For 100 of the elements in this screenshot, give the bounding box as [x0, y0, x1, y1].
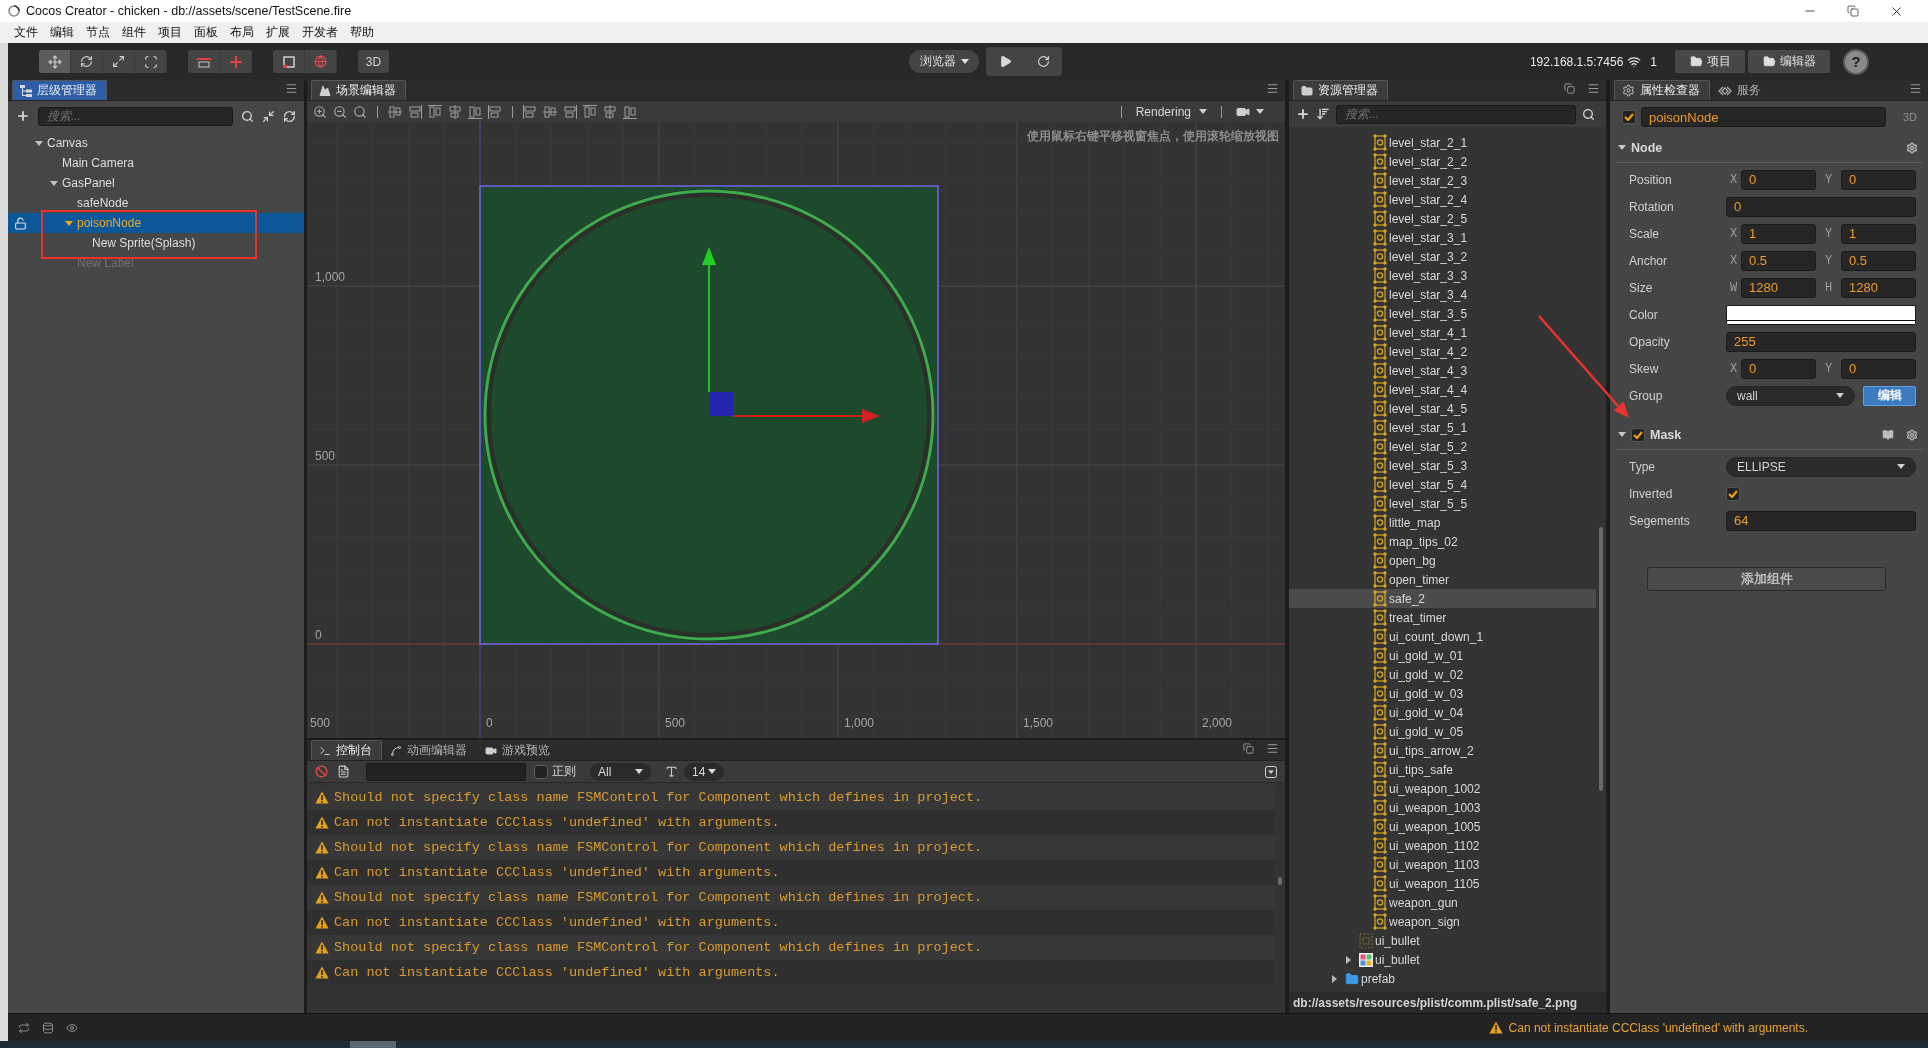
distribute-icon[interactable] — [603, 104, 617, 119]
database-icon[interactable] — [42, 1021, 54, 1034]
number-field[interactable]: 0 — [1841, 169, 1916, 190]
caret-icon[interactable] — [1346, 955, 1351, 964]
asset-item[interactable]: level_star_5_5 — [1389, 496, 1468, 511]
number-field[interactable]: 0 — [1726, 196, 1916, 217]
asset-item[interactable]: level_star_2_3 — [1389, 173, 1468, 188]
number-field[interactable]: 255 — [1726, 331, 1916, 352]
panel-tab[interactable]: 层级管理器 — [12, 80, 107, 100]
asset-item[interactable]: level_star_3_3 — [1389, 268, 1468, 283]
asset-item[interactable]: level_star_3_2 — [1389, 249, 1468, 264]
tree-item[interactable]: poisonNode — [77, 216, 142, 230]
pop-out-icon[interactable] — [1564, 82, 1575, 94]
align-icon[interactable] — [388, 104, 402, 119]
asset-item[interactable]: ui_weapon_1105 — [1389, 876, 1480, 891]
asset-item[interactable]: ui_gold_w_02 — [1389, 667, 1464, 682]
render-mode-dropdown[interactable]: Rendering — [1131, 104, 1211, 119]
align-icon[interactable] — [408, 104, 422, 119]
number-field[interactable]: 1280 — [1741, 277, 1816, 298]
asset-item[interactable]: level_star_2_4 — [1389, 192, 1468, 207]
asset-item[interactable]: ui_gold_w_01 — [1389, 648, 1464, 663]
asset-item[interactable]: ui_weapon_1103 — [1389, 857, 1480, 872]
asset-item[interactable]: level_star_5_4 — [1389, 477, 1468, 492]
asset-item[interactable]: ui_weapon_1102 — [1389, 838, 1480, 853]
asset-item[interactable]: ui_weapon_1002 — [1389, 781, 1481, 796]
menu-icon[interactable] — [1909, 81, 1922, 95]
asset-item[interactable]: open_bg — [1389, 553, 1436, 568]
search-icon[interactable] — [1582, 107, 1595, 121]
scrollbar-thumb[interactable] — [1599, 527, 1603, 791]
collapse-icon[interactable] — [262, 109, 276, 123]
distribute-icon[interactable] — [583, 104, 597, 119]
node-name-field[interactable]: poisonNode — [1641, 107, 1886, 127]
asset-item[interactable]: level_star_4_5 — [1389, 401, 1468, 416]
collapse-icon[interactable] — [1265, 765, 1277, 778]
number-field[interactable]: 1280 — [1841, 277, 1916, 298]
lock-icon[interactable] — [14, 216, 27, 230]
asset-item[interactable]: prefab — [1361, 971, 1396, 986]
number-field[interactable]: 0 — [1741, 358, 1816, 379]
asset-item[interactable]: little_map — [1389, 515, 1441, 530]
asset-item[interactable]: safe_2 — [1389, 591, 1426, 606]
asset-item[interactable]: level_star_3_1 — [1389, 230, 1468, 245]
distribute-icon[interactable] — [523, 104, 537, 119]
tool-button[interactable] — [305, 50, 337, 73]
settings-icon[interactable] — [1906, 141, 1918, 154]
preview-dropdown[interactable]: 浏览器 — [909, 50, 979, 73]
tool-button[interactable] — [103, 50, 135, 73]
checkbox[interactable] — [1726, 486, 1740, 501]
select-dropdown[interactable]: wall — [1726, 385, 1855, 406]
align-icon[interactable] — [488, 104, 502, 119]
zoom-reset-icon[interactable] — [353, 104, 367, 119]
scrollbar-thumb[interactable] — [1278, 877, 1282, 885]
panel-tab[interactable]: 服务 — [1710, 80, 1771, 100]
align-icon[interactable] — [468, 104, 482, 119]
refresh-icon[interactable] — [1036, 55, 1050, 68]
distribute-icon[interactable] — [563, 104, 577, 119]
checkbox[interactable] — [534, 764, 548, 779]
view-3d-button[interactable]: 3D — [358, 50, 389, 73]
selected-row[interactable]: safe_2 — [1289, 589, 1596, 608]
tool-button[interactable] — [135, 50, 167, 73]
refresh-icon[interactable] — [283, 109, 296, 123]
align-icon[interactable] — [428, 104, 442, 119]
asset-item[interactable]: ui_count_down_1 — [1389, 629, 1484, 644]
tree-item[interactable]: GasPanel — [62, 176, 115, 190]
caret-icon[interactable] — [1199, 109, 1207, 114]
panel-tab[interactable]: 资源管理器 — [1293, 80, 1388, 100]
book-icon[interactable] — [1882, 428, 1894, 441]
number-field[interactable]: 64 — [1726, 510, 1916, 531]
caret-icon[interactable] — [1618, 145, 1626, 150]
tool-button[interactable] — [273, 50, 305, 73]
tree-item[interactable]: Canvas — [47, 136, 88, 150]
menu-icon[interactable] — [1266, 81, 1279, 95]
distribute-icon[interactable] — [623, 104, 637, 119]
add-icon[interactable] — [16, 109, 30, 123]
menu-item[interactable]: 面板 — [188, 24, 224, 41]
eye-icon[interactable] — [66, 1021, 78, 1034]
help-button[interactable]: ? — [1843, 48, 1869, 75]
caret-icon[interactable] — [1897, 464, 1905, 469]
asset-item[interactable]: ui_bullet — [1375, 933, 1420, 948]
edit-button[interactable]: 编辑 — [1863, 385, 1916, 406]
tool-button[interactable] — [71, 50, 103, 73]
number-field[interactable]: 1 — [1741, 223, 1816, 244]
distribute-icon[interactable] — [543, 104, 557, 119]
settings-icon[interactable] — [1906, 428, 1918, 441]
asset-item[interactable]: level_star_3_4 — [1389, 287, 1468, 302]
asset-item[interactable]: level_star_2_5 — [1389, 211, 1468, 226]
asset-item[interactable]: map_tips_02 — [1389, 534, 1458, 549]
pop-out-icon[interactable] — [1243, 742, 1254, 754]
caret-icon[interactable] — [1836, 393, 1844, 398]
menu-item[interactable]: 组件 — [116, 24, 152, 41]
caret-icon[interactable] — [635, 769, 643, 774]
asset-item[interactable]: level_star_5_2 — [1389, 439, 1468, 454]
menu-item[interactable]: 扩展 — [260, 24, 296, 41]
caret-icon[interactable] — [1256, 109, 1264, 114]
active-checkbox[interactable] — [1622, 110, 1636, 124]
asset-item[interactable]: weapon_gun — [1389, 895, 1458, 910]
menu-item[interactable]: 项目 — [152, 24, 188, 41]
asset-item[interactable]: ui_bullet — [1375, 952, 1420, 967]
panel-tab[interactable]: 动画编辑器 — [382, 740, 477, 760]
color-swatch[interactable] — [1726, 304, 1916, 325]
menu-icon[interactable] — [1587, 81, 1600, 95]
